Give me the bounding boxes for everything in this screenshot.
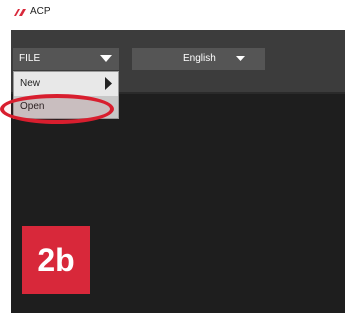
triangle-down-icon [236,56,245,61]
file-dropdown-label: FILE [19,53,41,64]
submenu-arrow-icon [105,77,112,90]
title-bar: ACP [0,0,345,28]
menu-item-new-label: New [20,78,41,89]
language-dropdown[interactable]: English [132,48,265,70]
file-dropdown[interactable]: FILE [13,48,119,70]
acp-logo-icon [14,9,26,16]
menu-item-new[interactable]: New [14,73,118,95]
language-dropdown-label: English [183,53,216,64]
app-title: ACP [30,6,51,17]
step-badge: 2b [22,226,90,294]
highlight-ring [0,94,114,124]
triangle-down-icon [100,55,112,62]
